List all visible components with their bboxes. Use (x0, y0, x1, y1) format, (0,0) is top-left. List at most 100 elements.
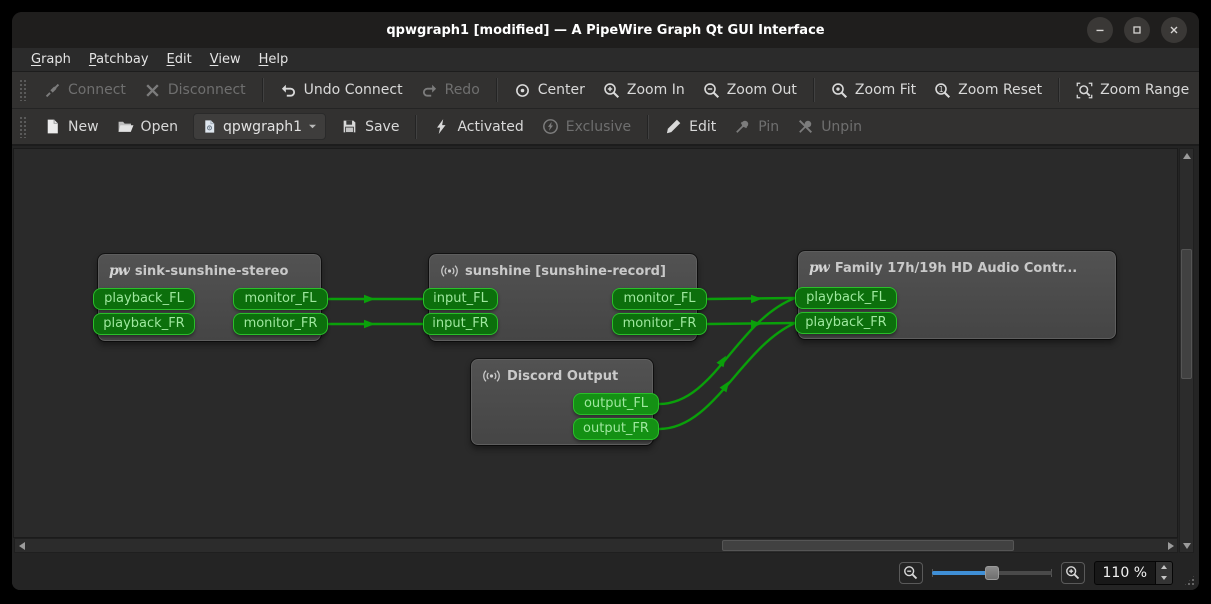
port-playback-fr[interactable]: playback_FR (795, 312, 897, 334)
toolbar-drag-handle[interactable] (19, 116, 26, 138)
zoom-fit-label: Zoom Fit (855, 82, 916, 98)
statusbar-zoom-in-button[interactable] (1061, 562, 1085, 584)
new-file-icon (44, 118, 61, 135)
minimize-button[interactable] (1087, 17, 1113, 43)
undo-icon (280, 82, 297, 99)
zoom-range-label: Zoom Range (1100, 82, 1189, 98)
patchbay-file-combobox[interactable]: qpwgraph1 (193, 113, 326, 140)
open-folder-icon (117, 118, 134, 135)
pencil-icon (665, 118, 682, 135)
zoom-out-label: Zoom Out (727, 82, 797, 98)
port-input-fl[interactable]: input_FL (423, 288, 498, 310)
save-button[interactable]: Save (332, 113, 408, 140)
zoom-slider[interactable] (932, 564, 1052, 582)
unpin-button[interactable]: Unpin (788, 113, 871, 140)
svg-text:1: 1 (939, 84, 944, 93)
statusbar: 110 % (12, 555, 1199, 590)
pin-icon (734, 118, 751, 135)
zoom-out-icon (903, 565, 918, 580)
patchbay-file-icon (202, 119, 217, 134)
open-label: Open (141, 119, 178, 135)
graph-canvas[interactable]: pw sink-sunshine-stereo playback_FL play… (13, 148, 1178, 538)
zoom-range-button[interactable]: Zoom Range (1067, 77, 1198, 104)
menu-edit[interactable]: Edit (158, 50, 201, 69)
pin-button[interactable]: Pin (725, 113, 788, 140)
node-header: pw Family 17h/19h HD Audio Contr... (799, 252, 1115, 276)
zoom-value: 110 % (1095, 565, 1155, 581)
edit-button[interactable]: Edit (656, 113, 725, 140)
scroll-left-button[interactable] (15, 539, 28, 552)
node-header: pw sink-sunshine-stereo (99, 255, 320, 279)
connect-button[interactable]: Connect (35, 77, 135, 104)
port-playback-fl[interactable]: playback_FL (93, 288, 195, 310)
undo-connect-button[interactable]: Undo Connect (271, 77, 412, 104)
activated-button[interactable]: Activated (424, 113, 532, 140)
port-output-fr[interactable]: output_FR (573, 418, 659, 440)
zoom-reset-label: Zoom Reset (958, 82, 1042, 98)
scroll-right-button[interactable] (1164, 539, 1177, 552)
center-button[interactable]: Center (505, 77, 594, 104)
pipewire-icon: pw (109, 263, 129, 279)
menu-view[interactable]: View (201, 50, 250, 69)
spin-down-button[interactable] (1156, 573, 1172, 584)
speaker-icon (482, 368, 501, 384)
port-playback-fr[interactable]: playback_FR (93, 313, 195, 335)
spin-arrows (1155, 562, 1172, 584)
horizontal-scrollbar[interactable] (14, 538, 1178, 553)
vertical-scrollbar-thumb[interactable] (1181, 249, 1192, 379)
zoom-in-label: Zoom In (627, 82, 685, 98)
port-monitor-fr[interactable]: monitor_FR (233, 313, 328, 335)
zoom-range-icon (1076, 82, 1093, 99)
toolbar-drag-handle[interactable] (19, 79, 26, 101)
spin-up-button[interactable] (1156, 562, 1172, 573)
menubar: Graph Patchbay Edit View Help (12, 48, 1199, 72)
center-label: Center (538, 82, 585, 98)
zoom-slider-handle[interactable] (985, 566, 999, 580)
scroll-down-button[interactable] (1180, 539, 1193, 552)
maximize-button[interactable] (1124, 17, 1150, 43)
new-label: New (68, 119, 99, 135)
unpin-icon (797, 118, 814, 135)
toolbar-separator (262, 78, 264, 102)
undo-connect-label: Undo Connect (304, 82, 403, 98)
disconnect-button[interactable]: Disconnect (135, 77, 255, 104)
exclusive-button[interactable]: Exclusive (533, 113, 640, 140)
toolbar-separator (415, 115, 417, 139)
close-button[interactable] (1161, 17, 1187, 43)
port-input-fr[interactable]: input_FR (423, 313, 498, 335)
port-output-fl[interactable]: output_FL (573, 393, 659, 415)
zoom-fit-button[interactable]: Zoom Fit (822, 77, 925, 104)
zoom-spinbox[interactable]: 110 % (1094, 561, 1173, 585)
redo-button[interactable]: Redo (412, 77, 489, 104)
zoom-reset-button[interactable]: 1 Zoom Reset (925, 77, 1051, 104)
zoom-in-icon (603, 82, 620, 99)
redo-icon (421, 82, 438, 99)
scroll-up-button[interactable] (1180, 149, 1193, 162)
redo-label: Redo (445, 82, 480, 98)
port-playback-fl[interactable]: playback_FL (795, 287, 897, 309)
patchbay-file-value: qpwgraph1 (223, 119, 302, 135)
connect-label: Connect (68, 82, 126, 98)
menu-patchbay[interactable]: Patchbay (80, 50, 158, 69)
port-monitor-fl[interactable]: monitor_FL (233, 288, 328, 310)
toolbar-separator (813, 78, 815, 102)
window-controls (1087, 17, 1187, 43)
graph-canvas-area: pw sink-sunshine-stereo playback_FL play… (13, 148, 1198, 555)
pin-label: Pin (758, 119, 779, 135)
titlebar[interactable]: qpwgraph1 [modified] — A PipeWire Graph … (12, 12, 1199, 48)
node-header: Discord Output (472, 360, 652, 384)
exclusive-label: Exclusive (566, 119, 631, 135)
port-monitor-fr[interactable]: monitor_FR (612, 313, 707, 335)
node-title: sink-sunshine-stereo (135, 264, 289, 279)
disconnect-icon (144, 82, 161, 99)
zoom-out-button[interactable]: Zoom Out (694, 77, 806, 104)
menu-help[interactable]: Help (250, 50, 298, 69)
vertical-scrollbar[interactable] (1179, 148, 1194, 553)
zoom-in-button[interactable]: Zoom In (594, 77, 694, 104)
statusbar-zoom-out-button[interactable] (899, 562, 923, 584)
open-button[interactable]: Open (108, 113, 187, 140)
new-button[interactable]: New (35, 113, 108, 140)
port-monitor-fl[interactable]: monitor_FL (612, 288, 707, 310)
menu-graph[interactable]: Graph (22, 50, 80, 69)
horizontal-scrollbar-thumb[interactable] (722, 540, 1014, 551)
